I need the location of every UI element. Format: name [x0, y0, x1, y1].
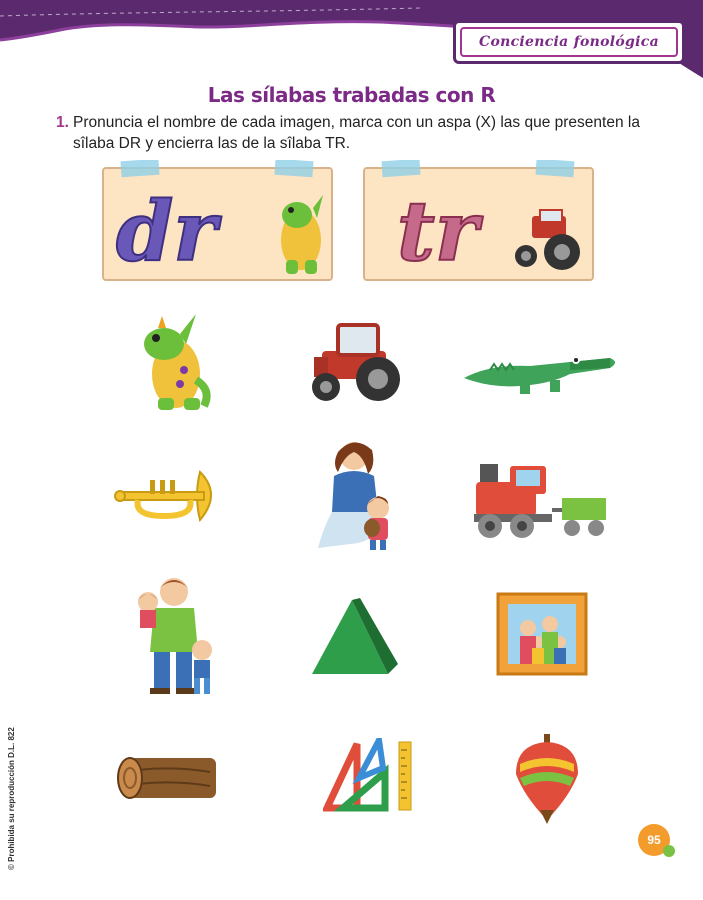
page-title: Las sílabas trabadas con R [207, 83, 496, 107]
section-tag-label: Conciencia fonológica [479, 34, 659, 50]
tractor-icon [312, 323, 400, 401]
page-badge-dot [663, 845, 675, 857]
copyright-notice: © Prohibida su reproducción D.L. 822 [7, 727, 16, 870]
exercise-number: 1. [56, 114, 69, 131]
train-icon [474, 464, 606, 538]
family-portrait-icon [496, 592, 588, 676]
log-icon [117, 757, 216, 799]
trumpet-icon [114, 470, 212, 523]
instruction-text: Pronuncia el nombre de cada imagen, marc… [73, 114, 640, 152]
mother-hugging-child-icon [318, 442, 389, 550]
crocodile-icon [464, 356, 615, 394]
triangle-icon [312, 598, 398, 674]
dragon-icon [144, 314, 211, 410]
exercise-instruction: 1. Pronuncia el nombre de cada imagen, m… [56, 112, 656, 154]
syllable-card-dr: dr [102, 160, 333, 281]
section-tag: Conciencia fonológica [453, 20, 685, 64]
syllable-dr-text: dr [116, 184, 222, 280]
father-with-children-icon [138, 578, 212, 694]
syllable-tr-text: tr [397, 184, 484, 280]
page-number: 95 [647, 833, 661, 847]
set-squares-ruler-icon [323, 738, 412, 812]
syllable-card-tr: tr [363, 160, 594, 281]
spinning-top-icon [516, 734, 578, 824]
